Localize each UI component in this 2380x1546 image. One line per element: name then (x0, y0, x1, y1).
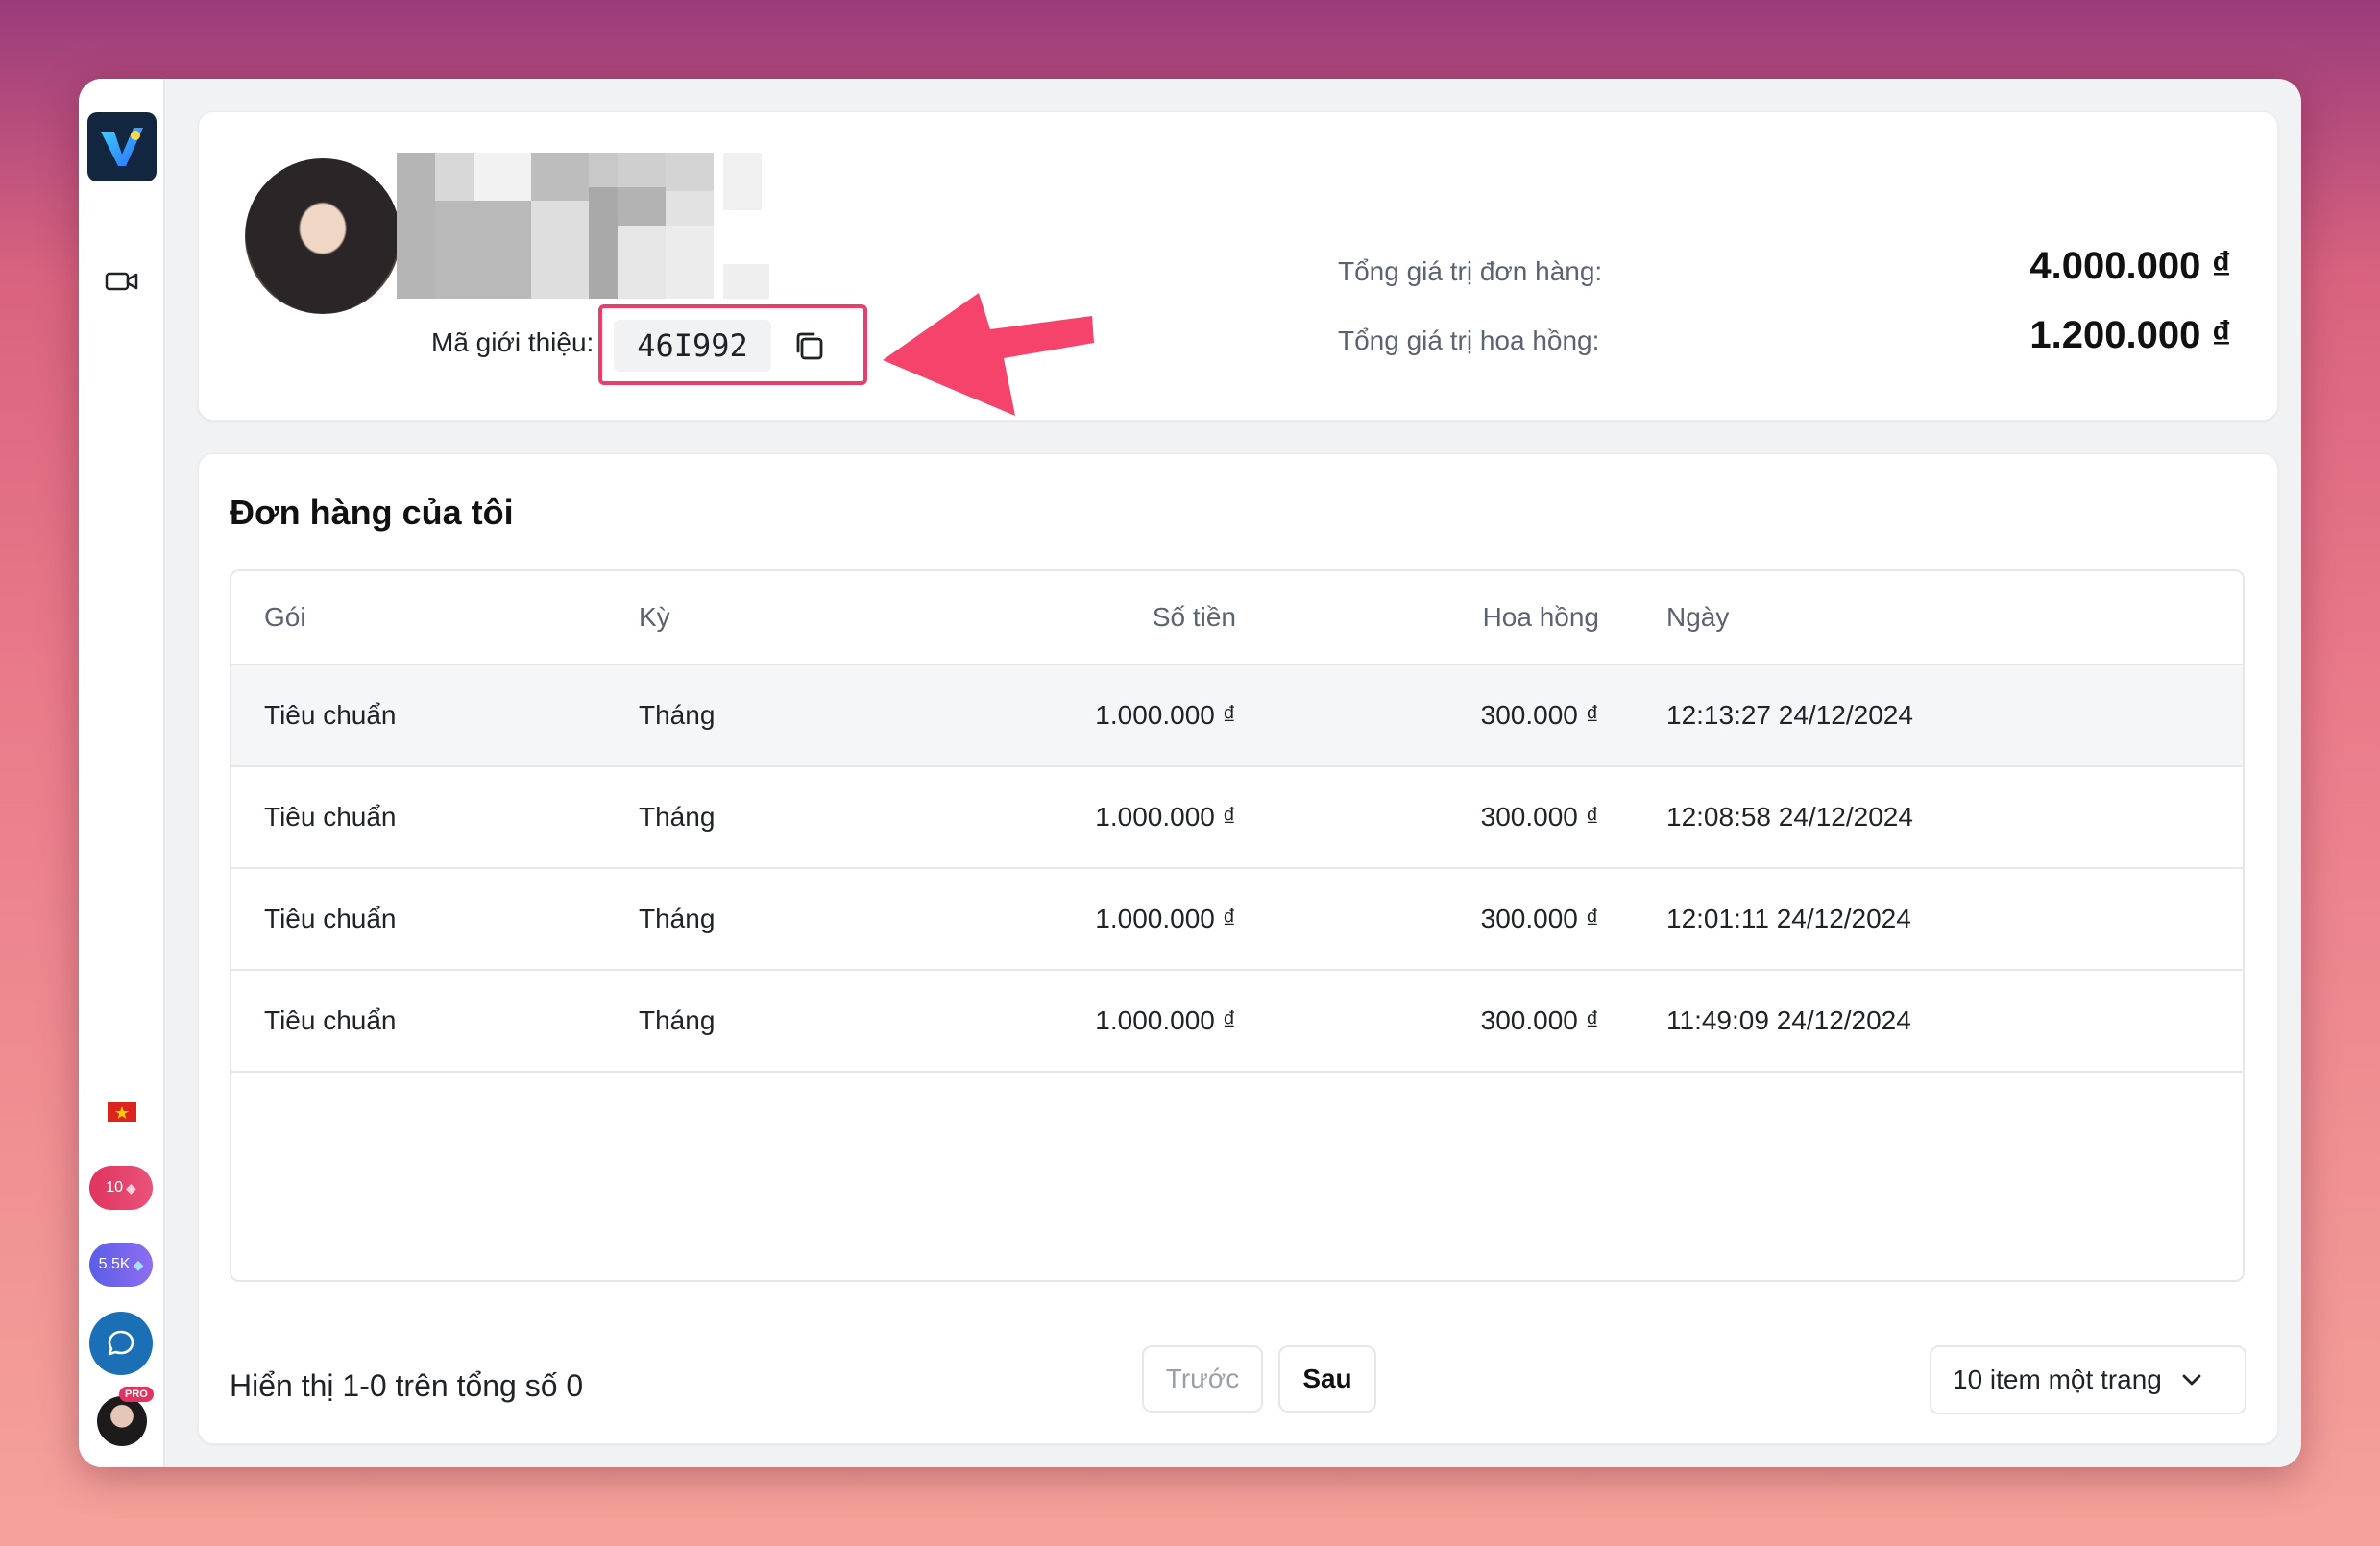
table-row[interactable]: Tiêu chuẩn Tháng 1.000.000 ₫ 300.000 ₫ 1… (231, 767, 2243, 869)
page-size-select[interactable]: 10 item một trang (1930, 1345, 2246, 1414)
cell-package: Tiêu chuẩn (264, 1005, 397, 1035)
user-avatar[interactable] (97, 1396, 147, 1446)
credits-badge[interactable]: 10 ◆ (89, 1166, 153, 1210)
cell-amount: 1.000.000 ₫ (1095, 1005, 1236, 1035)
cell-period: Tháng (639, 1005, 716, 1035)
sidebar: 10 ◆ 5.5K ◆ PRO (79, 79, 165, 1467)
logo-v-icon (101, 128, 143, 166)
total-commission-value: 1.200.000 ₫ (2029, 314, 2231, 356)
referral-label: Mã giới thiệu: (431, 327, 595, 357)
app-logo[interactable] (87, 112, 157, 181)
credits-count: 10 (106, 1179, 123, 1196)
cell-amount: 1.000.000 ₫ (1095, 700, 1236, 730)
cell-date: 11:49:09 24/12/2024 (1666, 1005, 1911, 1035)
points-badge[interactable]: 5.5K ◆ (89, 1243, 153, 1287)
column-header: Số tiền (1152, 602, 1236, 632)
cell-date: 12:08:58 24/12/2024 (1666, 802, 1913, 832)
page-size-value: 10 item một trang (1953, 1365, 2162, 1394)
vietnam-flag-icon[interactable] (108, 1102, 136, 1122)
column-header: Hoa hồng (1482, 602, 1599, 632)
diamond-icon: ◆ (126, 1179, 136, 1196)
pro-badge: PRO (119, 1387, 154, 1402)
column-header: Kỳ (639, 602, 670, 632)
cell-amount: 1.000.000 ₫ (1095, 802, 1236, 832)
cell-commission: 300.000 ₫ (1480, 904, 1599, 933)
total-order-label: Tổng giá trị đơn hàng: (1338, 256, 1603, 286)
cell-period: Tháng (639, 904, 716, 933)
cell-amount: 1.000.000 ₫ (1095, 904, 1236, 933)
cell-commission: 300.000 ₫ (1480, 802, 1599, 832)
total-order-value: 4.000.000 ₫ (2029, 245, 2231, 287)
column-header: Gói (264, 602, 306, 632)
copy-icon[interactable] (790, 327, 827, 364)
referral-code[interactable]: 46I992 (614, 320, 771, 372)
video-icon[interactable] (105, 267, 139, 296)
chat-icon (108, 1330, 134, 1356)
cell-package: Tiêu chuẩn (264, 904, 397, 933)
cell-commission: 300.000 ₫ (1480, 1005, 1599, 1035)
chevron-down-icon (2182, 1374, 2201, 1386)
cell-package: Tiêu chuẩn (264, 802, 397, 832)
cell-period: Tháng (639, 700, 716, 730)
referral-code-box: 46I992 (598, 304, 867, 385)
next-page-button[interactable]: Sau (1278, 1345, 1376, 1413)
pagination-summary: Hiển thị 1-0 trên tổng số 0 (230, 1368, 584, 1403)
censored-name-block (397, 153, 769, 299)
profile-avatar (245, 158, 401, 314)
chat-button[interactable] (89, 1312, 153, 1375)
cell-package: Tiêu chuẩn (264, 700, 397, 730)
column-header: Ngày (1666, 602, 1730, 632)
cell-date: 12:13:27 24/12/2024 (1666, 700, 1913, 730)
cell-period: Tháng (639, 802, 716, 832)
diamond-icon: ◆ (133, 1256, 144, 1272)
total-commission-label: Tổng giá trị hoa hồng: (1338, 326, 1600, 355)
table-row[interactable]: Tiêu chuẩn Tháng 1.000.000 ₫ 300.000 ₫ 1… (231, 869, 2243, 971)
prev-page-button[interactable]: Trước (1142, 1345, 1263, 1413)
cell-date: 12:01:11 24/12/2024 (1666, 904, 1911, 933)
app-window: 10 ◆ 5.5K ◆ PRO Mã giới thiệu: 46I992 Tổ… (79, 79, 2301, 1467)
orders-card: Đơn hàng của tôi Gói Kỳ Số tiền Hoa hồng… (198, 453, 2278, 1444)
orders-table: Gói Kỳ Số tiền Hoa hồng Ngày Tiêu chuẩn … (230, 569, 2245, 1282)
profile-card: Mã giới thiệu: 46I992 Tổng giá trị đơn h… (198, 111, 2278, 421)
cell-commission: 300.000 ₫ (1480, 700, 1599, 730)
table-header: Gói Kỳ Số tiền Hoa hồng Ngày (231, 571, 2243, 665)
annotation-arrow (883, 293, 1094, 416)
orders-title: Đơn hàng của tôi (230, 493, 514, 532)
points-count: 5.5K (98, 1256, 131, 1272)
table-row[interactable]: Tiêu chuẩn Tháng 1.000.000 ₫ 300.000 ₫ 1… (231, 665, 2243, 767)
table-row[interactable]: Tiêu chuẩn Tháng 1.000.000 ₫ 300.000 ₫ 1… (231, 971, 2243, 1073)
